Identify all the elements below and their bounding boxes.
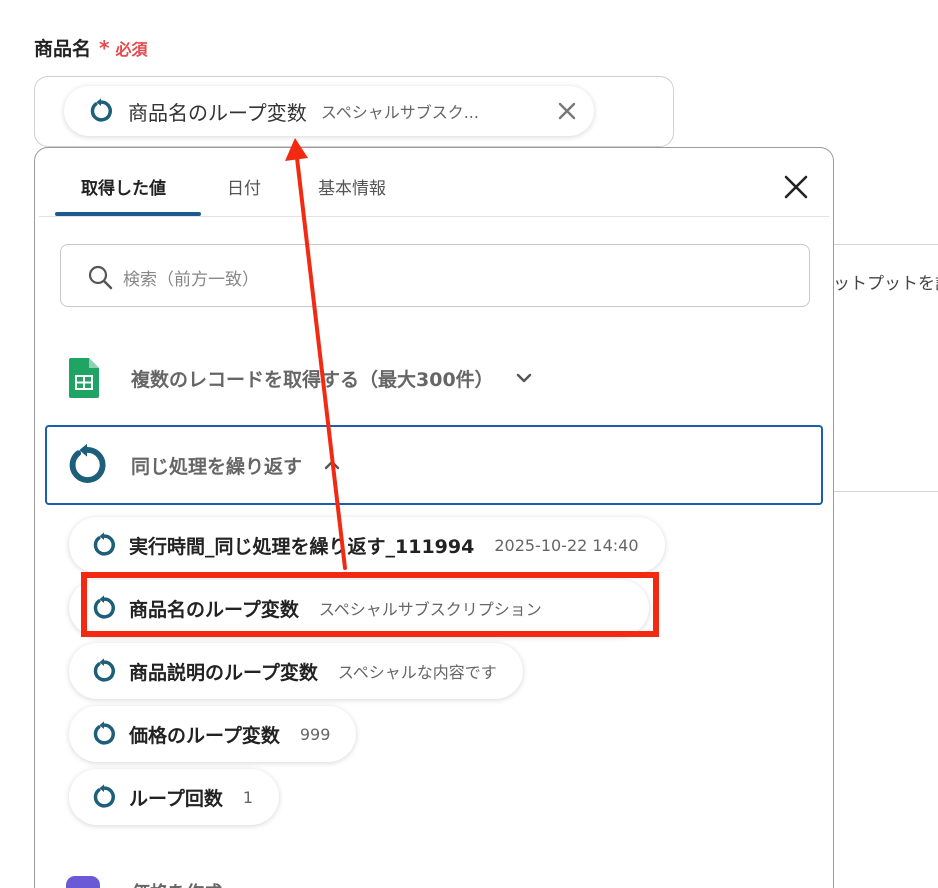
chip-label: ループ回数 <box>129 787 223 810</box>
loop-icon <box>91 532 117 558</box>
loop-icon <box>91 784 117 810</box>
close-icon[interactable] <box>554 98 580 124</box>
selected-variable-chip[interactable]: 商品名のループ変数 スペシャルサブスク... <box>64 86 594 136</box>
app-icon <box>66 876 100 888</box>
chip-label: 商品名のループ変数 <box>128 100 307 125</box>
loop-icon <box>91 658 117 684</box>
required-text: 必須 <box>115 39 148 59</box>
field-label: 商品名 * 必須 <box>34 34 148 61</box>
panel-tabs: 取得した値 日付 基本情報 <box>35 148 833 218</box>
variable-chip-loop-count[interactable]: ループ回数 1 <box>69 769 280 825</box>
chip-value: スペシャルな内容です <box>337 663 497 682</box>
variable-chip-execution-time[interactable]: 実行時間_同じ処理を繰り返す_111994 2025-10-22 14:40 <box>69 517 665 573</box>
loop-icon <box>91 721 117 747</box>
loop-icon <box>88 98 114 124</box>
chip-value: 1 <box>242 787 254 807</box>
close-icon[interactable] <box>781 172 811 202</box>
chip-value: スペシャルサブスク... <box>320 103 479 122</box>
variable-chip-price[interactable]: 価格のループ変数 999 <box>69 706 357 762</box>
chip-value: 2025-10-22 14:40 <box>494 535 639 555</box>
search-input[interactable]: 検索（前方一致） <box>60 244 810 307</box>
search-icon <box>88 265 113 290</box>
chevron-up-icon <box>324 460 340 470</box>
tab-basic-info[interactable]: 基本情報 <box>318 174 386 199</box>
group-title: 複数のレコードを取得する（最大300件） <box>131 368 494 391</box>
variable-chip-product-description[interactable]: 商品説明のループ変数 スペシャルな内容です <box>69 643 523 699</box>
search-placeholder: 検索（前方一致） <box>123 270 259 290</box>
group-get-records[interactable]: 複数のレコードを取得する（最大300件） <box>69 358 534 398</box>
field-label-text: 商品名 <box>34 38 92 60</box>
background-section: ットプットを設 <box>833 244 938 492</box>
chip-label: 価格のループ変数 <box>129 724 280 747</box>
required-star: * <box>99 35 110 60</box>
group-title: 同じ処理を繰り返す <box>131 455 303 478</box>
tab-date[interactable]: 日付 <box>227 174 261 199</box>
tabs-divider <box>39 216 829 217</box>
chip-label: 実行時間_同じ処理を繰り返す_111994 <box>129 535 475 558</box>
chevron-down-icon <box>516 373 531 383</box>
loop-icon <box>65 443 109 487</box>
google-sheets-icon <box>69 358 99 398</box>
chip-value: 999 <box>299 724 331 744</box>
background-text: ットプットを設 <box>833 274 938 294</box>
tab-retrieved-values[interactable]: 取得した値 <box>81 174 166 199</box>
chip-label: 商品説明のループ変数 <box>129 661 318 684</box>
group-repeat-process[interactable]: 同じ処理を繰り返す <box>45 425 823 505</box>
annotation-highlight-box <box>81 572 659 637</box>
group-title: 価格を作成 <box>132 879 222 888</box>
